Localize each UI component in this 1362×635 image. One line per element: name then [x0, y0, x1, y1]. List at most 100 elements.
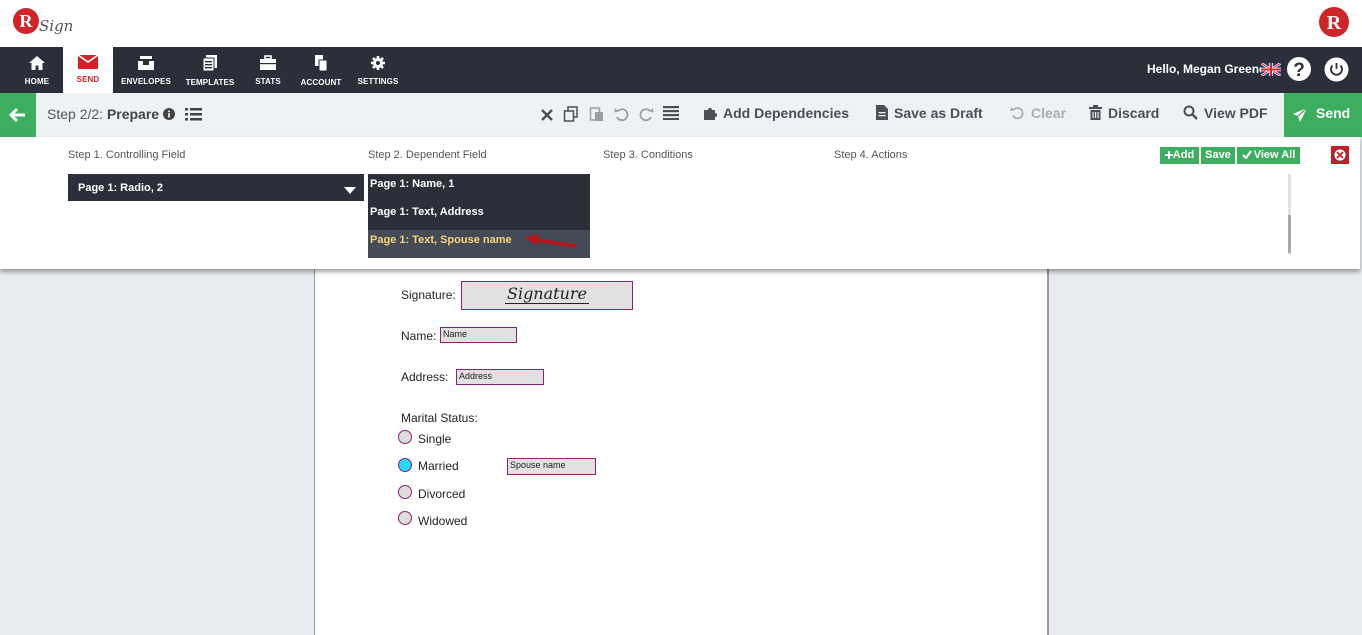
- send-label: Send: [1316, 105, 1351, 121]
- step4-label: Step 4. Actions: [834, 149, 908, 161]
- language-flag-icon[interactable]: [1260, 61, 1282, 81]
- templates-icon: [202, 55, 217, 72]
- nav-send-label: SEND: [76, 75, 100, 84]
- option-married-label: Married: [418, 459, 459, 473]
- rpost-logo[interactable]: R: [1317, 5, 1351, 44]
- clear-label: Clear: [1031, 105, 1067, 121]
- main-nav: HOME SEND ENVELOPES TEMPLATES STATS ACCO…: [0, 47, 1362, 93]
- send-button[interactable]: Send: [1284, 93, 1362, 137]
- add-label: Add: [1172, 149, 1195, 161]
- view-pdf-label: View PDF: [1204, 105, 1268, 121]
- name-field[interactable]: Name: [440, 327, 517, 343]
- step-indicator: Step 2/2: Prepare: [47, 106, 159, 122]
- menu-icon[interactable]: [663, 106, 679, 125]
- close-icon[interactable]: [541, 108, 553, 126]
- add-dependencies-label: Add Dependencies: [723, 105, 850, 121]
- close-panel-icon[interactable]: [1331, 146, 1349, 169]
- nav-templates[interactable]: TEMPLATES: [182, 47, 238, 93]
- svg-text:Sign: Sign: [39, 17, 73, 35]
- step-name: Prepare: [106, 106, 160, 122]
- trash-icon: [1089, 105, 1102, 120]
- signature-label: Signature:: [401, 288, 456, 302]
- save-draft-label: Save as Draft: [894, 105, 983, 121]
- info-icon[interactable]: [163, 107, 175, 125]
- dependent-field-option[interactable]: Page 1: Text, Address: [368, 202, 590, 230]
- nav-home-label: HOME: [24, 77, 50, 86]
- paste-icon[interactable]: [589, 106, 605, 127]
- svg-text:R: R: [20, 11, 34, 31]
- nav-stats-label: STATS: [255, 77, 281, 86]
- inbox-icon: [138, 56, 154, 70]
- radio-single[interactable]: [398, 430, 412, 444]
- nav-account[interactable]: ACCOUNT: [296, 47, 346, 93]
- list-icon[interactable]: [185, 108, 202, 126]
- discard-button[interactable]: Discard: [1089, 105, 1159, 121]
- user-greeting: Hello, Megan Greene: [1147, 62, 1266, 76]
- prepare-toolbar: Step 2/2: Prepare Add Dependencies Save …: [0, 93, 1362, 138]
- nav-home[interactable]: HOME: [12, 47, 62, 93]
- add-button[interactable]: Add: [1160, 147, 1199, 164]
- brand-bar: R Sign R: [0, 0, 1362, 47]
- dependency-panel: Step 1. Controlling Field Step 2. Depend…: [0, 137, 1360, 269]
- paper-plane-icon: [1293, 107, 1308, 122]
- save-draft-button[interactable]: Save as Draft: [876, 105, 983, 121]
- view-all-label: View All: [1253, 149, 1296, 161]
- chevron-down-icon: [344, 187, 356, 194]
- save-button[interactable]: Save: [1201, 147, 1235, 164]
- step1-label: Step 1. Controlling Field: [68, 149, 186, 161]
- radio-married[interactable]: [398, 458, 412, 472]
- nav-stats[interactable]: STATS: [246, 47, 290, 93]
- signature-text: Signature: [504, 284, 589, 304]
- address-label: Address:: [401, 370, 449, 384]
- undo-icon[interactable]: [614, 106, 630, 127]
- step3-label: Step 3. Conditions: [603, 149, 693, 161]
- controlling-field-value: Page 1: Radio, 2: [78, 182, 163, 194]
- back-button[interactable]: [0, 93, 36, 137]
- reset-icon: [1010, 106, 1024, 120]
- briefcase-icon: [260, 55, 276, 70]
- nav-settings[interactable]: SETTINGS: [352, 47, 404, 93]
- step2-label: Step 2. Dependent Field: [368, 149, 487, 161]
- option-divorced-label: Divorced: [418, 487, 466, 501]
- nav-envelopes[interactable]: ENVELOPES: [118, 47, 174, 93]
- document-icon: [876, 105, 888, 120]
- clear-button[interactable]: Clear: [1010, 105, 1066, 121]
- arrow-annotation-icon: [522, 233, 578, 254]
- panel-scrollbar-thumb[interactable]: [1288, 215, 1291, 253]
- view-pdf-button[interactable]: View PDF: [1183, 105, 1268, 121]
- radio-divorced[interactable]: [398, 485, 412, 499]
- copy-icon[interactable]: [563, 106, 579, 127]
- gear-icon: [371, 56, 385, 70]
- add-dependencies-button[interactable]: Add Dependencies: [703, 105, 849, 121]
- marital-status-label: Marital Status:: [401, 411, 478, 425]
- nav-templates-label: TEMPLATES: [185, 78, 235, 87]
- puzzle-icon: [704, 108, 717, 120]
- discard-label: Discard: [1108, 105, 1160, 121]
- option-widowed-label: Widowed: [418, 514, 468, 528]
- rsign-logo[interactable]: R Sign: [12, 6, 80, 40]
- name-label: Name:: [401, 329, 437, 343]
- address-field[interactable]: Address: [456, 369, 544, 385]
- view-all-button[interactable]: View All: [1237, 147, 1300, 164]
- svg-text:?: ?: [1293, 60, 1305, 81]
- controlling-field-select[interactable]: Page 1: Radio, 2: [68, 174, 364, 201]
- spouse-name-field[interactable]: Spouse name: [507, 458, 596, 475]
- redo-icon[interactable]: [638, 106, 654, 127]
- document-page: Signature: Signature Name: Name Address:…: [314, 269, 1049, 635]
- plus-icon: [1164, 150, 1173, 159]
- radio-widowed[interactable]: [398, 511, 412, 525]
- dependent-field-option[interactable]: Page 1: Name, 1: [368, 174, 590, 202]
- help-icon[interactable]: ?: [1286, 56, 1312, 87]
- svg-text:R: R: [1327, 12, 1342, 34]
- signature-field[interactable]: Signature: [461, 281, 633, 310]
- nav-envelopes-label: ENVELOPES: [121, 77, 171, 86]
- account-icon: [315, 55, 328, 72]
- nav-account-label: ACCOUNT: [300, 78, 342, 87]
- power-icon[interactable]: [1324, 57, 1349, 87]
- nav-send[interactable]: SEND: [63, 47, 113, 93]
- option-single-label: Single: [418, 432, 452, 446]
- arrow-left-icon: [8, 107, 25, 123]
- search-icon: [1183, 105, 1198, 120]
- checkmark-icon: [1241, 149, 1252, 160]
- home-icon: [29, 56, 45, 70]
